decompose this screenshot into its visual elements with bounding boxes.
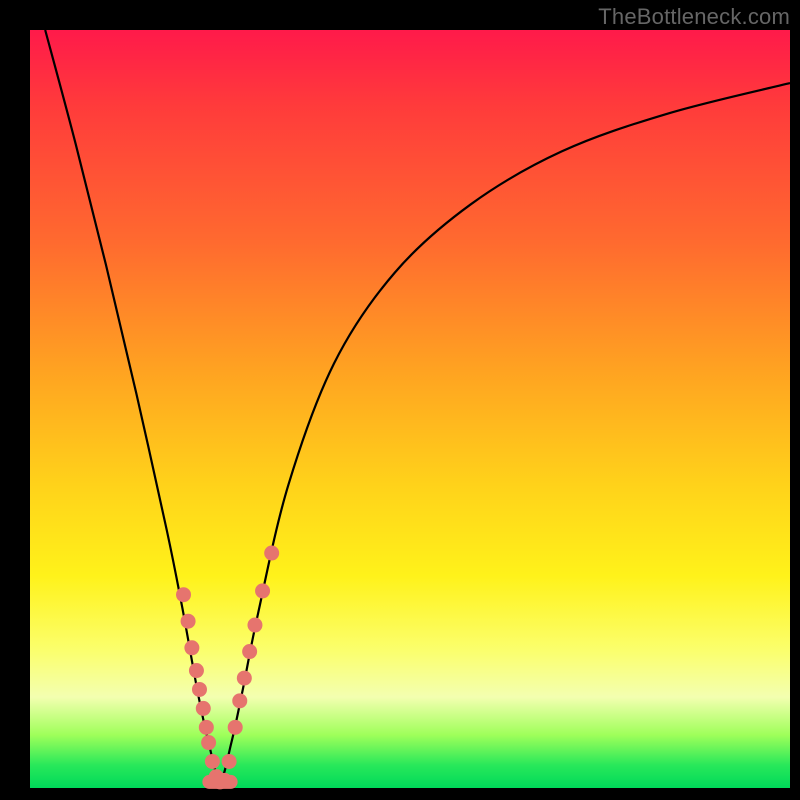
chart-frame: TheBottleneck.com (0, 0, 800, 800)
marker-point (247, 618, 262, 633)
marker-point (255, 583, 270, 598)
marker-point (222, 754, 237, 769)
marker-point (196, 701, 211, 716)
marker-point (264, 546, 279, 561)
marker-point (181, 614, 196, 629)
marker-point (228, 720, 243, 735)
marker-point (184, 640, 199, 655)
marker-point (189, 663, 204, 678)
marker-point (205, 754, 220, 769)
plot-area (30, 30, 790, 788)
marker-point (199, 720, 214, 735)
watermark-text: TheBottleneck.com (598, 4, 790, 30)
marker-point (237, 671, 252, 686)
marker-point (232, 693, 247, 708)
marker-point (192, 682, 207, 697)
marker-point (217, 773, 232, 788)
marker-point (176, 587, 191, 602)
marker-point (242, 644, 257, 659)
bottleneck-curve (45, 30, 790, 780)
curve-svg (30, 30, 790, 788)
marker-point (201, 735, 216, 750)
